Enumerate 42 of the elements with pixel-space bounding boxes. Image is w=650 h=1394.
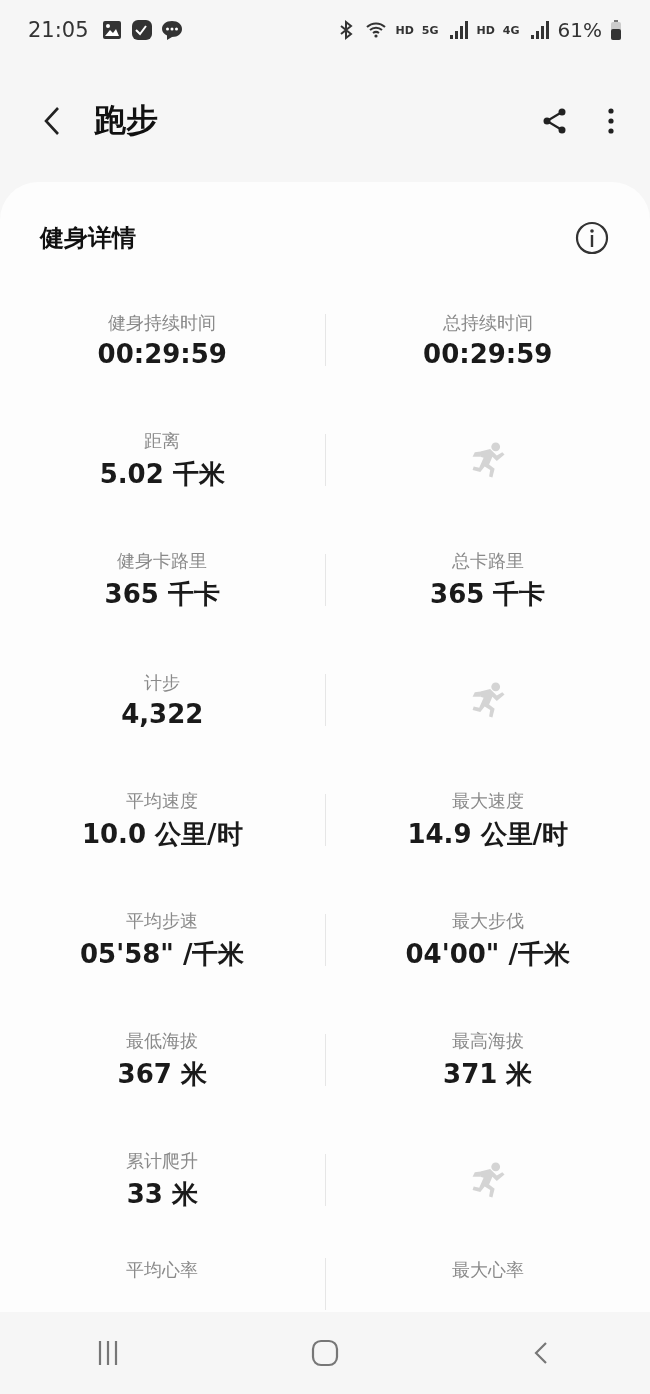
metric-label: 最大速度 xyxy=(451,788,524,813)
info-icon[interactable] xyxy=(574,220,610,256)
metric-label: 最低海拔 xyxy=(126,1028,199,1053)
metric-label: 最大心率 xyxy=(451,1258,524,1282)
metric-value: 10.0 公里/时 xyxy=(81,817,243,851)
clock: 21:05 xyxy=(28,18,89,42)
metric-value: 371 米 xyxy=(443,1057,533,1091)
metric-label: 健身卡路里 xyxy=(117,548,208,573)
metric-label: 总卡路里 xyxy=(451,548,524,573)
network-label: 4G xyxy=(502,23,520,37)
metric-label: 健身持续时间 xyxy=(108,311,217,335)
card-title: 健身详情 xyxy=(40,223,137,254)
metric-label: 距离 xyxy=(144,428,181,453)
metric-value: 365 千卡 xyxy=(104,577,220,611)
checkmark-icon xyxy=(130,19,153,41)
metric-label: 最高海拔 xyxy=(451,1028,524,1053)
battery-percent: 61% xyxy=(557,18,602,42)
network-label: HD xyxy=(395,23,414,37)
metric-value: 4,322 xyxy=(121,699,204,729)
metric-value: 00:29:59 xyxy=(97,339,227,369)
metric-value: 367 米 xyxy=(117,1057,207,1091)
metric-label: 平均步速 xyxy=(126,908,199,933)
image-icon xyxy=(100,19,123,41)
page-title: 跑步 xyxy=(94,100,159,141)
metric-label: 累计爬升 xyxy=(126,1148,199,1173)
metric-label: 平均速度 xyxy=(126,788,199,813)
metric-value: 05'58" /千米 xyxy=(80,937,245,971)
metric-label: 计步 xyxy=(144,671,181,695)
network-label: HD xyxy=(476,23,495,37)
metric-value: 04'00" /千米 xyxy=(405,937,570,971)
chat-icon xyxy=(160,19,183,41)
metric-value: 33 米 xyxy=(126,1177,198,1211)
home-icon[interactable] xyxy=(310,1338,340,1368)
battery-icon xyxy=(610,19,622,41)
metric-value: 00:29:59 xyxy=(423,339,553,369)
metric-label: 平均心率 xyxy=(126,1258,199,1282)
metric-value: 5.02 千米 xyxy=(99,457,225,491)
network-label: 5G xyxy=(421,23,439,37)
metric-value: 365 千卡 xyxy=(430,577,546,611)
metric-label: 最大步伐 xyxy=(451,908,524,933)
metric-label: 总持续时间 xyxy=(442,311,533,335)
metric-value: 14.9 公里/时 xyxy=(407,817,569,851)
